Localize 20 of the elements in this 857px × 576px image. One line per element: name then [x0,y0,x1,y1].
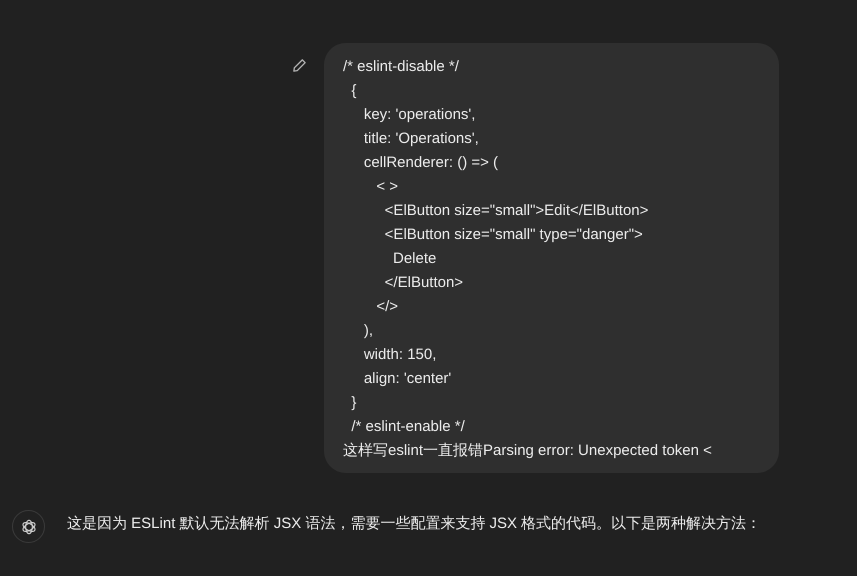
assistant-message: 这是因为 ESLint 默认无法解析 JSX 语法，需要一些配置来支持 JSX 格式的代码。以下是两种解决方法： [67,514,762,534]
message-line: <ElButton size="small">Edit</ElButton> [384,201,648,221]
message-line: align: 'center' [362,369,452,389]
message-line: Delete [392,249,436,269]
message-line: ), [362,321,373,341]
message-line: } [350,393,356,413]
message-line: title: 'Operations', [362,129,479,149]
message-line: /* eslint-disable */ [343,57,459,77]
message-line: </> [375,297,398,317]
message-line: cellRenderer: () => ( [362,153,498,173]
message-line: 这样写eslint一直报错Parsing error: Unexpected token < [343,441,712,461]
message-line: { [350,81,356,101]
message-line: /* eslint-enable */ [350,417,465,437]
message-line: < > [375,177,398,197]
message-line: <ElButton size="small" type="danger"> [384,225,643,245]
edit-icon[interactable] [292,58,307,73]
assistant-avatar-icon [12,510,45,543]
message-line: </ElButton> [384,273,464,293]
message-line: width: 150, [362,345,436,365]
message-line: key: 'operations', [362,105,476,125]
